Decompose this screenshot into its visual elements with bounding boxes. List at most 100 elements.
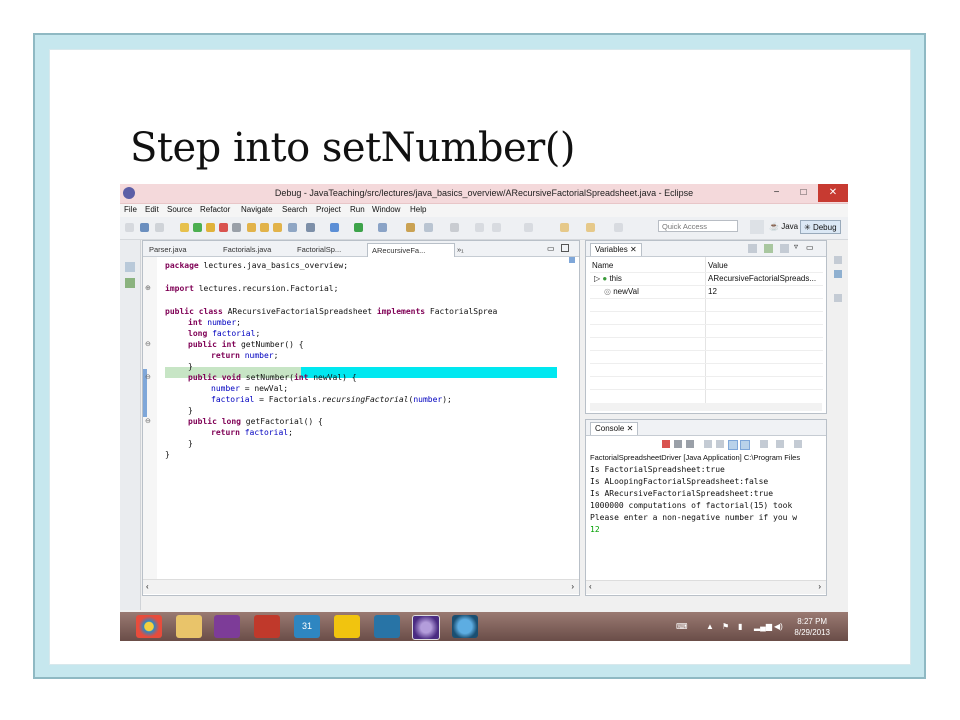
column-name-header[interactable]: Name [592, 259, 613, 272]
tab-factorialspreadsheet[interactable]: FactorialSp... [293, 243, 369, 256]
suspend-icon[interactable] [206, 223, 215, 232]
java-perspective-button[interactable]: ☕ Java [766, 220, 801, 234]
tab-factorials[interactable]: Factorials.java [219, 243, 295, 256]
annotation-icon[interactable] [492, 223, 501, 232]
keyboard-icon[interactable]: ⌨ [676, 622, 688, 631]
step-return-icon[interactable] [273, 223, 282, 232]
collapse-all-icon[interactable] [780, 244, 789, 253]
view-menu-icon[interactable]: ▿ [794, 242, 798, 251]
next-annotation-icon[interactable] [524, 223, 533, 232]
debug-view-icon[interactable] [125, 278, 135, 288]
open-perspective-icon[interactable] [750, 220, 764, 234]
step-into-icon[interactable] [247, 223, 256, 232]
tab-console[interactable]: Console ✕ [590, 422, 639, 435]
resume-icon[interactable] [193, 223, 202, 232]
menu-help[interactable]: Help [410, 205, 426, 214]
gmail-icon[interactable] [254, 615, 280, 638]
maximize-button[interactable]: □ [790, 184, 817, 202]
menu-navigate[interactable]: Navigate [241, 205, 273, 214]
battery-icon[interactable]: ▮ [738, 622, 742, 631]
clear-console-icon[interactable] [704, 440, 712, 448]
menu-file[interactable]: File [124, 205, 137, 214]
open-type-icon[interactable] [424, 223, 433, 232]
onenote-icon[interactable] [214, 615, 240, 638]
run-icon[interactable] [354, 223, 363, 232]
menu-refactor[interactable]: Refactor [200, 205, 230, 214]
outline-icon[interactable] [834, 294, 842, 302]
tab-arecursivefactorial[interactable]: ARecursiveFa... [367, 243, 455, 257]
show-logical-structure-icon[interactable] [764, 244, 773, 253]
remove-launch-icon[interactable] [674, 440, 682, 448]
external-tools-icon[interactable] [378, 223, 387, 232]
minimize-view-icon[interactable]: ▭ [806, 243, 814, 252]
save-icon[interactable] [140, 223, 149, 232]
debug-perspective-button[interactable]: ✳ Debug [800, 220, 841, 234]
show-type-names-icon[interactable] [748, 244, 757, 253]
menu-project[interactable]: Project [316, 205, 341, 214]
toggle-mark-icon[interactable] [475, 223, 484, 232]
print-icon[interactable] [155, 223, 164, 232]
console-horizontal-scrollbar[interactable]: ‹ › [586, 580, 826, 594]
network-icon[interactable]: ▂▄▆ [754, 622, 772, 631]
minimize-button[interactable]: − [763, 184, 790, 202]
code-editor[interactable]: Parser.java Factorials.java FactorialSp.… [142, 240, 580, 596]
collapse-icon[interactable]: ⊖ [145, 340, 151, 348]
scroll-right-icon[interactable]: › [571, 582, 574, 591]
quick-access-input[interactable]: Quick Access [658, 220, 738, 232]
scroll-right-icon[interactable]: › [818, 582, 821, 591]
tab-variables[interactable]: Variables ✕ [590, 243, 642, 256]
menu-window[interactable]: Window [372, 205, 400, 214]
show-hidden-icons[interactable]: ▲ [706, 622, 714, 631]
eclipse-taskbar-icon[interactable] [412, 615, 440, 640]
menu-run[interactable]: Run [350, 205, 365, 214]
pin-console-icon[interactable] [760, 440, 768, 448]
powershell-icon[interactable] [374, 615, 400, 638]
more-tabs-button[interactable]: »₁ [453, 243, 473, 256]
collapse-icon[interactable]: ⊖ [145, 373, 151, 381]
step-over-icon[interactable] [260, 223, 269, 232]
sticky-notes-icon[interactable] [334, 615, 360, 638]
open-console-icon[interactable] [794, 440, 802, 448]
remove-all-icon[interactable] [686, 440, 694, 448]
skip-breakpoints-icon[interactable] [180, 223, 189, 232]
menu-edit[interactable]: Edit [145, 205, 159, 214]
action-center-icon[interactable]: ⚑ [722, 622, 729, 631]
terminate-icon[interactable] [219, 223, 228, 232]
drop-to-frame-icon[interactable] [288, 223, 297, 232]
expand-icon[interactable]: ⊕ [145, 284, 151, 292]
console-input-line[interactable]: 12 [590, 525, 600, 534]
close-button[interactable]: ✕ [818, 184, 848, 202]
menu-search[interactable]: Search [282, 205, 307, 214]
scroll-left-icon[interactable]: ‹ [146, 582, 149, 591]
volume-icon[interactable]: ◀) [774, 622, 783, 631]
minimize-editor-icon[interactable]: ▭ [547, 244, 555, 253]
disconnect-icon[interactable] [232, 223, 241, 232]
column-value-header[interactable]: Value [708, 259, 728, 272]
use-step-filters-icon[interactable] [306, 223, 315, 232]
pin-editor-icon[interactable] [614, 223, 623, 232]
variable-row[interactable]: ▷ ● this [594, 273, 704, 285]
terminate-console-icon[interactable] [662, 440, 670, 448]
back-icon[interactable] [560, 223, 569, 232]
chrome-icon[interactable] [136, 615, 162, 638]
show-stderr-icon[interactable] [740, 440, 750, 450]
display-console-icon[interactable] [776, 440, 784, 448]
search-icon[interactable] [450, 223, 459, 232]
calendar-icon[interactable]: 31 [294, 615, 320, 638]
restore-icon[interactable] [834, 256, 842, 264]
restore-icon[interactable] [125, 262, 135, 272]
debug-run-icon[interactable] [330, 223, 339, 232]
forward-icon[interactable] [586, 223, 595, 232]
scroll-left-icon[interactable]: ‹ [589, 582, 592, 591]
system-clock[interactable]: 8:27 PM 8/29/2013 [794, 616, 830, 638]
itunes-icon[interactable] [452, 615, 478, 638]
breakpoints-icon[interactable] [834, 270, 842, 278]
horizontal-scrollbar[interactable]: ‹ › [143, 579, 579, 594]
scroll-lock-icon[interactable] [716, 440, 724, 448]
tab-parser[interactable]: Parser.java [145, 243, 221, 256]
menu-source[interactable]: Source [167, 205, 192, 214]
variable-row[interactable]: ◎ newVal [604, 286, 704, 298]
maximize-editor-icon[interactable] [561, 244, 569, 252]
file-explorer-icon[interactable] [176, 615, 202, 638]
new-icon[interactable] [125, 223, 134, 232]
